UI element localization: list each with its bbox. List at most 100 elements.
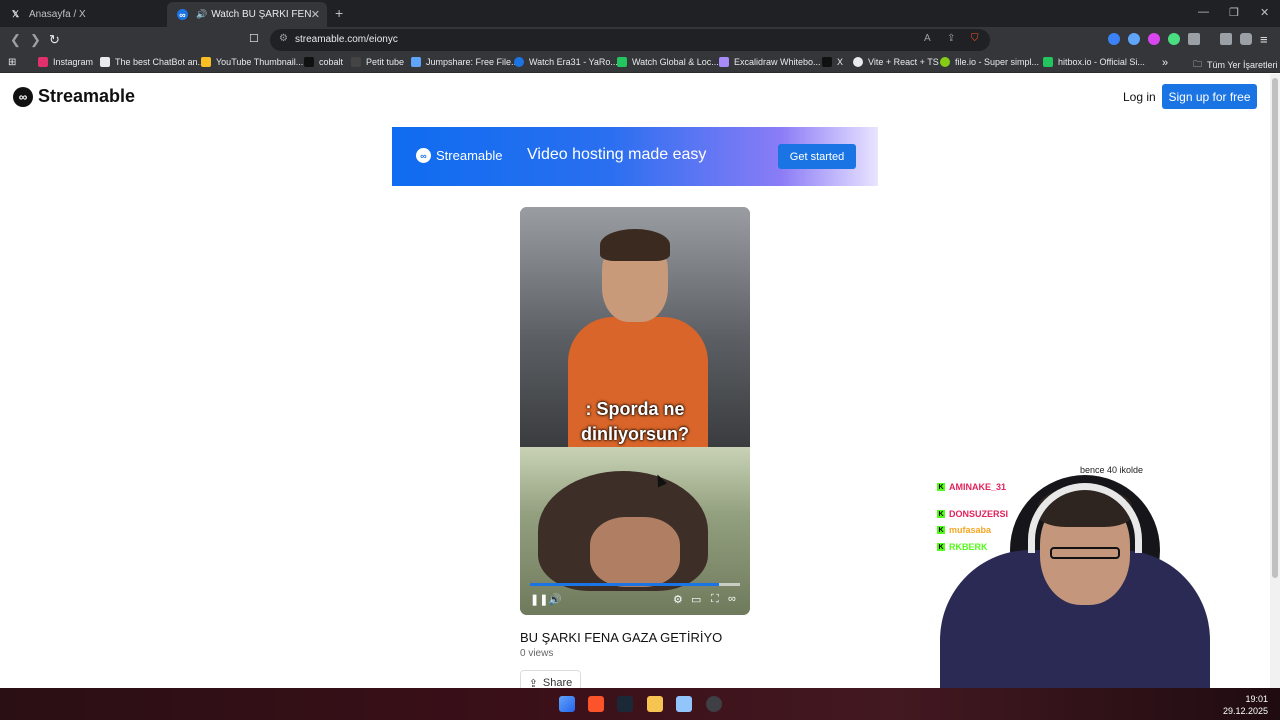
vite-icon: [853, 57, 863, 67]
bookmark-page-icon[interactable]: ☐: [249, 32, 259, 45]
x-logo-icon: [822, 57, 832, 67]
music-icon[interactable]: [1220, 33, 1232, 45]
vpn-icon[interactable]: [1240, 33, 1252, 45]
share-page-icon[interactable]: ⇪: [947, 33, 955, 44]
bookmark-item[interactable]: Petit tube: [351, 57, 404, 67]
video-frame-top: : Sporda ne dinliyorsun?: [520, 207, 750, 447]
login-link[interactable]: Log in: [1123, 90, 1156, 104]
scrollbar-thumb[interactable]: [1272, 78, 1278, 578]
banner-logo: ∞ Streamable: [416, 148, 502, 163]
system-clock[interactable]: 19:01 29.12.2025: [1223, 693, 1268, 717]
bookmark-item[interactable]: The best ChatBot an...: [100, 57, 205, 67]
speaker-icon: 🔊: [196, 9, 208, 19]
bookmark-item[interactable]: YouTube Thumbnail...: [201, 57, 303, 67]
windows-start-icon[interactable]: [559, 696, 575, 712]
bookmark-item[interactable]: Instagram: [38, 57, 93, 67]
video-person-hair: [600, 229, 670, 261]
stream-overlay: K AMINAKE_31 bence 40 ikolde K DONSUZERS…: [930, 455, 1270, 690]
extension-icon[interactable]: [1128, 33, 1140, 45]
hitbox-icon: [1043, 57, 1053, 67]
url-text[interactable]: streamable.com/eionyc: [295, 34, 398, 45]
extension-icon[interactable]: [1148, 33, 1160, 45]
streamable-logo-icon: ∞: [13, 86, 33, 107]
all-bookmarks[interactable]: 🗀 Tüm Yer İşaretleri: [1193, 57, 1278, 73]
menu-icon[interactable]: ≡: [1260, 32, 1268, 47]
share-button[interactable]: ⇪ Share: [520, 670, 581, 688]
forward-button[interactable]: ❯: [30, 32, 41, 48]
video-progress-bar[interactable]: [530, 583, 740, 586]
close-tab-icon[interactable]: ✕: [311, 8, 320, 21]
extension-icon[interactable]: [1108, 33, 1120, 45]
video-frame-bottom: [520, 447, 750, 615]
promo-banner[interactable]: ∞ Streamable Video hosting made easy Get…: [392, 127, 878, 186]
video-caption: : Sporda ne dinliyorsun?: [520, 397, 750, 447]
view-count: 0 views: [520, 648, 554, 659]
volume-icon[interactable]: 🔊: [548, 593, 562, 606]
x-logo-icon: 𝕏: [11, 8, 20, 19]
bookmark-item[interactable]: Watch Era31 - YaRo...: [514, 57, 618, 67]
translate-icon[interactable]: A: [924, 33, 931, 44]
tab-title: Anasayfa / X: [29, 8, 86, 20]
chat-username: RKBERK: [949, 542, 988, 552]
more-bookmarks-icon[interactable]: »: [1162, 57, 1168, 69]
streamable-logo[interactable]: ∞ Streamable: [13, 86, 135, 107]
cobalt-icon: [304, 57, 314, 67]
settings-icon[interactable]: ⚙: [673, 593, 683, 606]
puzzle-icon[interactable]: [1188, 33, 1200, 45]
chat-message: bence 40 ikolde: [1080, 465, 1144, 475]
caption-line-2: dinliyorsun?: [581, 424, 689, 444]
minimize-button[interactable]: —: [1198, 6, 1209, 18]
brave-browser-icon[interactable]: [588, 696, 604, 712]
youtube-thumbnail-icon: [201, 57, 211, 67]
bookmarks-bar: ⊞ Instagram The best ChatBot an... YouTu…: [0, 53, 1280, 73]
file-explorer-icon[interactable]: [647, 696, 663, 712]
bookmark-item[interactable]: Jumpshare: Free File...: [411, 57, 519, 67]
bookmark-item[interactable]: cobalt: [304, 57, 343, 67]
tab-streamable[interactable]: ∞ 🔊 Watch BU ŞARKI FENA GAZA ✕: [167, 2, 327, 27]
address-bar[interactable]: ⚙ streamable.com/eionyc A ⇪ ⛉: [270, 29, 990, 51]
steam-icon[interactable]: [617, 696, 633, 712]
extension-icon[interactable]: [1168, 33, 1180, 45]
bookmark-item[interactable]: Vite + React + TS: [853, 57, 939, 67]
bookmark-item[interactable]: X: [822, 57, 843, 67]
fullscreen-icon[interactable]: ⛶: [711, 593, 719, 606]
page-scrollbar[interactable]: [1270, 74, 1280, 688]
brave-shield-icon[interactable]: ⛉: [971, 33, 979, 44]
back-button[interactable]: ❮: [10, 32, 21, 48]
new-tab-button[interactable]: +: [335, 5, 343, 21]
obs-icon[interactable]: [706, 696, 722, 712]
signup-button[interactable]: Sign up for free: [1162, 84, 1257, 109]
kick-badge-icon: K: [937, 483, 945, 491]
streamable-watermark-icon[interactable]: ∞: [728, 593, 736, 605]
bookmark-item[interactable]: Watch Global & Loc...: [617, 57, 719, 67]
bookmark-item[interactable]: hitbox.io - Official Si...: [1043, 57, 1145, 67]
site-info-icon[interactable]: ⚙: [279, 33, 288, 44]
video-title: BU ŞARKI FENA GAZA GETİRİYO: [520, 630, 723, 645]
video-man-face: [590, 517, 680, 587]
maximize-button[interactable]: ❐: [1229, 6, 1239, 19]
video-player[interactable]: : Sporda ne dinliyorsun? ❚❚ 🔊 ⚙ ▭ ⛶ ∞: [520, 207, 750, 615]
get-started-button[interactable]: Get started: [778, 144, 856, 169]
apps-grid-icon[interactable]: ⊞: [8, 57, 16, 68]
petit-tube-icon: [351, 57, 361, 67]
tab-x-home[interactable]: 𝕏 Anasayfa / X: [0, 3, 165, 25]
kick-badge-icon: K: [937, 543, 945, 551]
logo-text: Streamable: [38, 86, 136, 106]
chat-line: K mufasaba: [937, 525, 991, 535]
reload-button[interactable]: ↻: [49, 32, 60, 48]
chat-line: bence 40 ikolde: [1080, 465, 1143, 475]
tab-title: Watch BU ŞARKI FENA GAZA: [211, 9, 312, 20]
folder-icon: 🗀: [1193, 59, 1203, 69]
pause-icon[interactable]: ❚❚: [530, 593, 548, 606]
share-label: Share: [542, 677, 573, 688]
picture-in-picture-icon[interactable]: ▭: [691, 593, 701, 606]
caption-line-1: : Sporda ne: [585, 399, 685, 419]
file-io-icon: [940, 57, 950, 67]
display-app-icon[interactable]: [676, 696, 692, 712]
excalidraw-icon: [719, 57, 729, 67]
close-window-button[interactable]: ✕: [1260, 6, 1269, 19]
bookmark-item[interactable]: file.io - Super simpl...: [940, 57, 1039, 67]
chat-username: DONSUZERSI: [949, 509, 1009, 519]
streamable-favicon-icon: ∞: [177, 9, 188, 20]
bookmark-item[interactable]: Excalidraw Whitebo...: [719, 57, 821, 67]
